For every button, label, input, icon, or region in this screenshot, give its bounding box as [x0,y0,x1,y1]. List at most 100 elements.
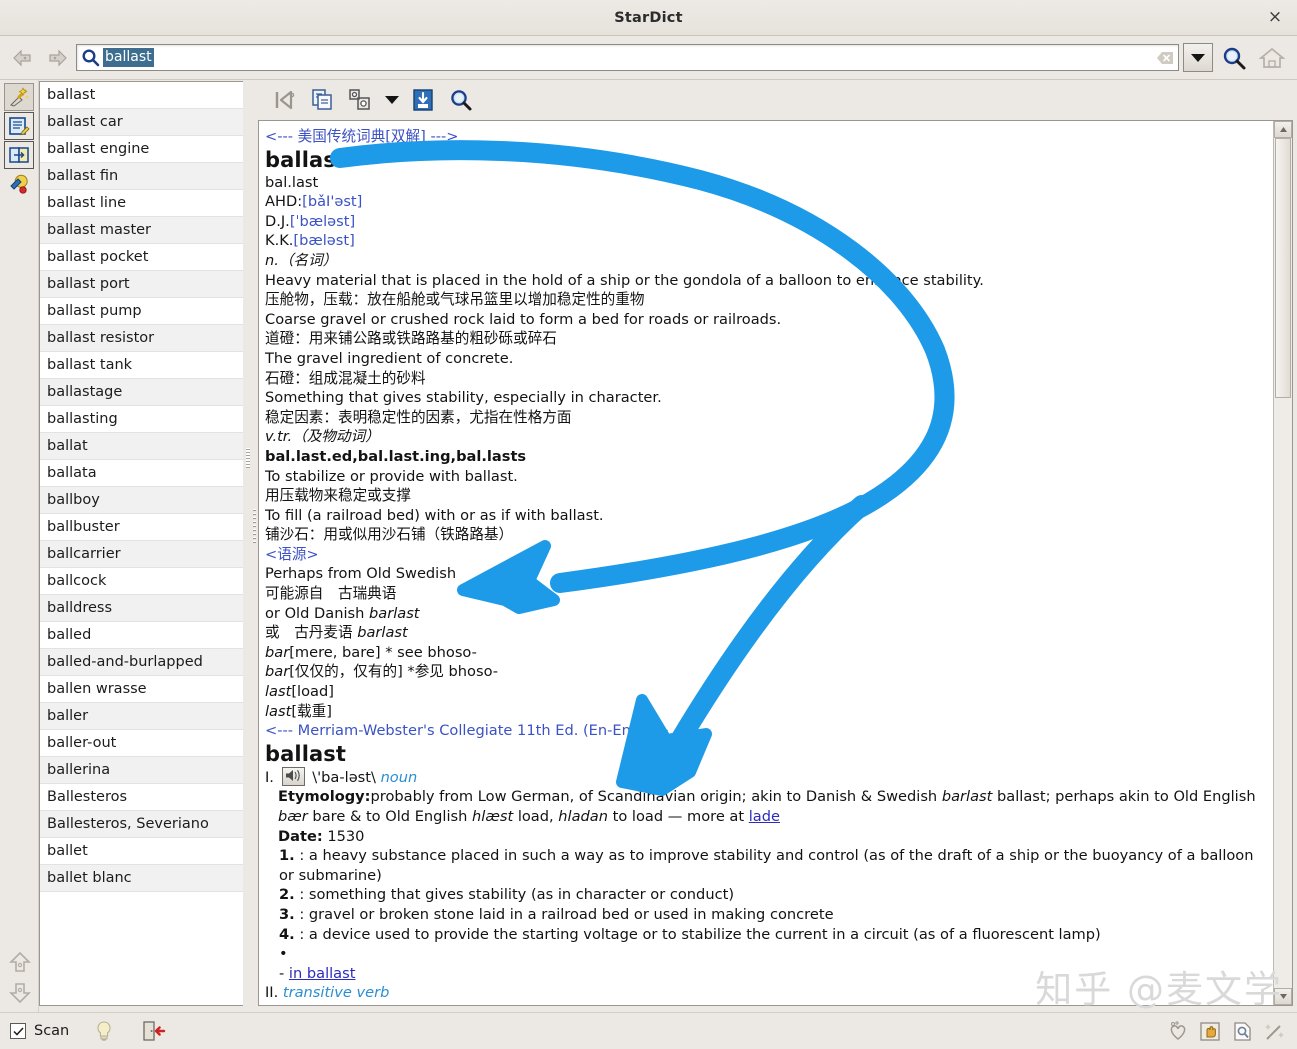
list-item[interactable]: ballastage [40,379,243,406]
search-history-dropdown[interactable] [1183,43,1213,72]
pane-splitter[interactable] [251,80,258,1012]
back-arrow-icon[interactable] [8,44,38,72]
full-text-translate-icon[interactable] [4,141,34,169]
preferences-icon[interactable] [4,170,34,198]
list-item[interactable]: ballast pocket [40,244,243,271]
article-scroll-thumb[interactable] [1275,138,1291,398]
article-scroll-track[interactable] [1274,138,1292,988]
dropdown-arrow-icon[interactable] [382,85,402,115]
dictionary-manage-icon[interactable] [4,112,34,140]
list-item[interactable]: Ballesteros [40,784,243,811]
list-item[interactable]: balled-and-burlapped [40,649,243,676]
status-bar: Scan [0,1012,1297,1049]
kk-pronunciation-line: K.K.[bæləst] [265,231,1265,251]
list-item[interactable]: ballat [40,433,243,460]
word-list-scrollbar[interactable] [243,80,251,1012]
list-item[interactable]: ballet [40,838,243,865]
save-icon[interactable] [406,84,440,116]
article-scrollbar[interactable] [1273,121,1292,1005]
list-item[interactable]: ballast engine [40,136,243,163]
scan-checkbox[interactable] [10,1023,26,1039]
hand-icon[interactable] [1197,1018,1223,1044]
ahd-def-1-en: Heavy material that is placed in the hol… [265,271,984,289]
etym-4-italic: bar [265,663,290,681]
find-icon[interactable] [444,84,478,116]
doc-search-icon[interactable] [1229,1018,1255,1044]
copy-icon[interactable] [306,84,340,116]
mw-date-2: Date: 1538 [265,1003,1265,1005]
home-icon[interactable] [1255,42,1289,74]
ahd-def-3-zh: 石磴：组成混凝土的砂料 [265,369,426,387]
word-list[interactable]: ballast ballast car ballast engine ballast … [40,82,243,1005]
pos-noun: n.（名词） [265,251,338,269]
ahd-def-4-en: Something that gives stability, especial… [265,389,662,407]
clear-icon[interactable] [1154,48,1176,68]
dict-settings-icon[interactable] [344,84,378,116]
list-item[interactable]: baller [40,703,243,730]
list-item[interactable]: ballata [40,460,243,487]
scroll-down-icon[interactable] [5,979,35,1007]
article-content: <--- 美国传统词典[双解] ---> ballast bal.last AH… [259,121,1273,1005]
mw-roman-2: II. [265,984,279,1002]
scroll-down-arrow-icon[interactable] [1274,988,1292,1005]
article-view: <--- 美国传统词典[双解] ---> ballast bal.last AH… [258,120,1293,1006]
mw-etym-t2: ballast; perhaps akin to Old English [992,788,1256,806]
mw-sense-number: 2. [279,886,295,904]
mw-sense-text: : gravel or broken stone laid in a railr… [294,905,834,923]
list-item[interactable]: ballerina [40,757,243,784]
heart-icon[interactable] [1165,1018,1191,1044]
list-item[interactable]: ballet blanc [40,865,243,892]
list-item[interactable]: ballast fin [40,163,243,190]
etym-2-zh-pre: 或 古丹麦语 [265,624,358,642]
lade-link[interactable]: lade [749,808,780,825]
mw-sense-text: : a device used to provide the starting … [294,925,1101,943]
exit-icon[interactable] [141,1018,167,1044]
list-item[interactable]: ballast [40,82,243,109]
list-item[interactable]: ballast car [40,109,243,136]
mw-etymology-label: Etymology: [278,788,371,806]
mw-etym-i4: hladan [558,808,608,825]
list-item[interactable]: Ballesteros, Severiano [40,811,243,838]
speaker-icon[interactable] [281,766,305,786]
in-ballast-link[interactable]: in ballast [289,965,356,982]
lightbulb-icon[interactable] [91,1018,117,1044]
ahd-headword: ballast [265,147,347,172]
mw-sense-item: 3. : gravel or broken stone laid in a ra… [265,905,1265,925]
list-item[interactable]: ballboy [40,487,243,514]
list-item[interactable]: balldress [40,595,243,622]
mw-etym-i1: barlast [941,788,993,806]
scroll-up-arrow-icon[interactable] [1274,121,1292,138]
etymology-line-4: bar[仅仅的，仅有的] *参见 bhoso- [265,662,1265,682]
ahd-def-4-zh: 稳定因素：表明稳定性的因素，尤指在性格方面 [265,408,572,426]
close-icon[interactable]: × [1263,6,1287,30]
strip-bottom-buttons [0,948,39,1008]
etymology-line-2-zh: 或 古丹麦语 barlast [265,623,1265,643]
mw-date-1: Date: 1530 [265,827,1265,847]
list-item[interactable]: ballasting [40,406,243,433]
list-item[interactable]: balled [40,622,243,649]
list-item[interactable]: baller-out [40,730,243,757]
forward-arrow-icon[interactable] [42,44,72,72]
magic-wand-icon[interactable] [1261,1018,1287,1044]
word-list-panel: ballast ballast car ballast engine ballast … [39,81,243,1006]
ahd-inflections: bal.last.ed,bal.last.ing,bal.lasts [265,447,527,465]
list-item[interactable]: ballbuster [40,514,243,541]
list-item[interactable]: ballast line [40,190,243,217]
kk-pron: [bæləst] [293,232,355,250]
search-input[interactable]: ballast [76,44,1179,71]
list-item[interactable]: ballen wrasse [40,676,243,703]
list-item[interactable]: ballast port [40,271,243,298]
lookup-button[interactable] [1217,42,1251,74]
list-item[interactable]: ballcarrier [40,541,243,568]
list-item[interactable]: ballast pump [40,298,243,325]
back-to-start-icon[interactable] [268,84,302,116]
ahd-vdef-1-zh: 用压载物来稳定或支撑 [265,487,411,505]
mw-sense-number: 4. [279,925,295,943]
list-item[interactable]: ballast resistor [40,325,243,352]
list-item[interactable]: ballast master [40,217,243,244]
scroll-up-icon[interactable] [5,948,35,976]
list-item[interactable]: ballast tank [40,352,243,379]
mw-etym-t3: bare & to Old English [307,808,473,825]
list-item[interactable]: ballcock [40,568,243,595]
wildcard-search-icon[interactable] [4,83,34,111]
